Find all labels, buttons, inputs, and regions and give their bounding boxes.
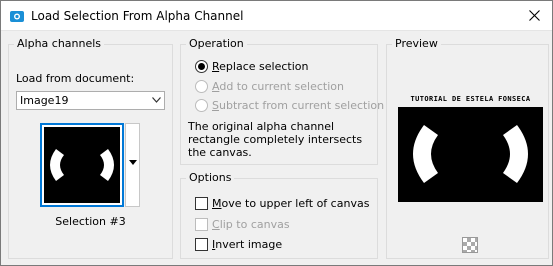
title-bar[interactable]: Load Selection From Alpha Channel [1,1,552,31]
radio-add-to-selection[interactable]: Add to current selection [195,80,344,93]
operation-title: Operation [186,37,247,51]
thumbnail-dropdown-button[interactable] [125,123,140,207]
checkerboard-icon[interactable] [462,237,478,253]
operation-description: The original alpha channel rectangle com… [188,120,363,159]
channel-thumbnail-image [44,127,120,203]
camera-icon [10,11,24,22]
radio-replace-label: Replace selection [212,60,309,73]
preview-title: Preview [392,37,441,51]
radio-subtract-indicator[interactable] [195,99,208,112]
channel-thumbnail[interactable] [40,123,124,207]
selection-name: Selection #3 [55,215,126,228]
checkbox-invert-image[interactable]: Invert image [195,238,282,251]
checkbox-invert-indicator[interactable] [195,238,208,251]
radio-add-indicator[interactable] [195,80,208,93]
preview-watermark-caption: TUTORIAL DE ESTELA FONSECA [410,95,531,103]
chevron-down-icon [152,97,161,103]
checkbox-clip-label: Clip to canvas [212,218,290,231]
close-button[interactable] [516,1,552,30]
dialog-window: Load Selection From Alpha Channel Alpha … [0,0,553,266]
radio-replace-selection[interactable]: Replace selection [195,60,308,73]
preview-image [398,107,543,202]
checkbox-invert-label: Invert image [212,238,283,251]
close-icon [528,10,540,21]
checkbox-clip-to-canvas[interactable]: Clip to canvas [195,218,290,231]
radio-replace-indicator[interactable] [195,60,208,73]
caret-down-icon [129,160,137,165]
selection-shape-preview [413,125,528,183]
radio-subtract-label: Subtract from current selection [212,99,385,112]
checkbox-move-to-upper-left[interactable]: Move to upper left of canvas [195,197,369,210]
checkbox-clip-indicator[interactable] [195,218,208,231]
radio-add-label: Add to current selection [212,80,344,93]
radio-subtract-from-selection[interactable]: Subtract from current selection [195,99,384,112]
alpha-channels-title: Alpha channels [14,37,105,51]
document-select-value: Image19 [20,94,69,107]
options-title: Options [186,171,235,185]
selection-shape-thumb [50,149,114,181]
window-title: Load Selection From Alpha Channel [31,9,244,23]
load-from-document-label: Load from document: [16,72,135,85]
checkbox-move-label: Move to upper left of canvas [212,197,370,210]
document-select[interactable]: Image19 [16,91,165,110]
checkbox-move-indicator[interactable] [195,197,208,210]
